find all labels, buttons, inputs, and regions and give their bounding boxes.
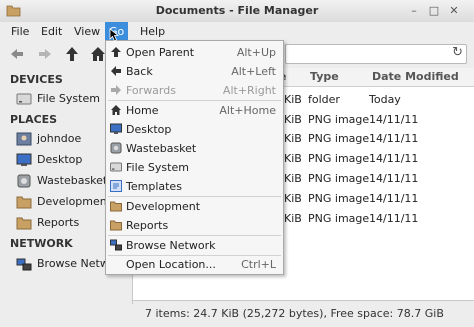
- arrow-right-icon: [111, 85, 121, 95]
- reload-icon[interactable]: ↻: [452, 45, 463, 60]
- sidebar-item-label: File System: [37, 92, 100, 105]
- home-folder-icon: [16, 132, 32, 146]
- menu-item-browse-network[interactable]: Browse Network: [106, 236, 283, 255]
- menu-file[interactable]: File: [6, 22, 34, 42]
- drive-icon: [110, 162, 122, 172]
- menu-view[interactable]: View: [69, 22, 105, 42]
- close-icon[interactable]: ✕: [448, 5, 460, 17]
- sidebar-item-label: Development: [37, 195, 112, 208]
- arrow-left-icon: [111, 66, 121, 76]
- menu-item-home[interactable]: Home Alt+Home: [106, 101, 283, 120]
- status-bar: 7 items: 24.7 KiB (25,272 bytes), Free s…: [133, 300, 474, 327]
- sidebar-heading-devices: DEVICES: [10, 73, 63, 86]
- menu-item-templates[interactable]: Templates: [106, 177, 283, 196]
- sidebar-item-label: Reports: [37, 216, 80, 229]
- menu-item-forwards[interactable]: Forwards Alt+Right: [106, 81, 283, 100]
- drive-icon: [16, 93, 32, 105]
- title-bar: Documents - File Manager – □ ✕: [0, 0, 474, 23]
- sidebar-heading-network: NETWORK: [10, 237, 73, 250]
- sidebar-item-label: Desktop: [37, 153, 83, 166]
- folder-icon: [110, 220, 122, 231]
- minimize-icon[interactable]: –: [408, 5, 420, 17]
- go-menu-dropdown: Open Parent Alt+Up Back Alt+Left Forwards A…: [105, 40, 284, 275]
- column-header-date[interactable]: Date Modified: [366, 68, 474, 87]
- up-icon[interactable]: [63, 45, 81, 63]
- menu-item-reports[interactable]: Reports: [106, 216, 283, 235]
- menu-item-development[interactable]: Development: [106, 197, 283, 216]
- network-icon: [110, 239, 122, 251]
- mouse-cursor-icon: [109, 28, 119, 42]
- trash-icon: [110, 142, 122, 154]
- back-icon[interactable]: [8, 45, 26, 63]
- column-header-type[interactable]: Type: [304, 68, 367, 87]
- location-bar[interactable]: ↻: [285, 44, 467, 64]
- menu-item-back[interactable]: Back Alt+Left: [106, 62, 283, 81]
- menu-edit[interactable]: Edit: [36, 22, 67, 42]
- sidebar-heading-places: PLACES: [10, 113, 58, 126]
- menu-item-wastebasket[interactable]: Wastebasket: [106, 139, 283, 158]
- folder-icon: [110, 201, 122, 212]
- sidebar-item-label: Wastebasket: [37, 174, 108, 187]
- templates-icon: [110, 180, 122, 192]
- window-title: Documents - File Manager: [155, 4, 319, 17]
- menu-item-open-parent[interactable]: Open Parent Alt+Up: [106, 43, 283, 62]
- arrow-up-icon: [111, 47, 121, 57]
- network-icon: [16, 258, 32, 271]
- folder-icon: [16, 196, 32, 209]
- desktop-icon: [16, 153, 32, 166]
- maximize-icon[interactable]: □: [428, 5, 440, 17]
- folder-icon: [16, 217, 32, 230]
- sidebar-item-label: johndoe: [37, 132, 82, 145]
- status-text: 7 items: 24.7 KiB (25,272 bytes), Free s…: [145, 307, 444, 320]
- menu-item-open-location[interactable]: Open Location... Ctrl+L: [106, 255, 283, 274]
- forward-icon[interactable]: [36, 45, 54, 63]
- menu-item-desktop[interactable]: Desktop: [106, 120, 283, 139]
- home-icon: [111, 105, 121, 115]
- desktop-icon: [110, 123, 122, 134]
- menu-help[interactable]: Help: [135, 22, 170, 42]
- menu-bar: File Edit View Go Help: [0, 22, 474, 42]
- menu-item-file-system[interactable]: File System: [106, 158, 283, 177]
- trash-icon: [17, 174, 31, 188]
